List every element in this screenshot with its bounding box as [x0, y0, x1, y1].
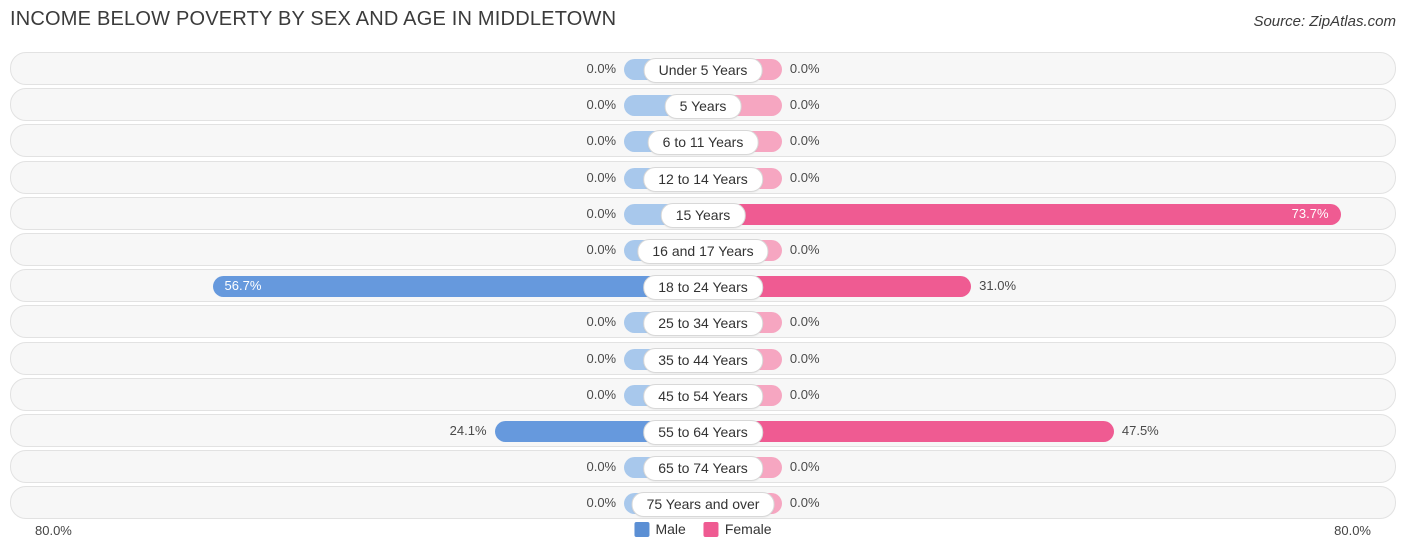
chart-row-inner: 0.0% 0.0% 45 to 54 Years: [11, 379, 1395, 410]
chart-row-inner: 0.0% 0.0% 65 to 74 Years: [11, 451, 1395, 482]
bar-label-female: 0.0%: [789, 61, 820, 76]
chart-row-inner: 0.0% 0.0% 6 to 11 Years: [11, 125, 1395, 156]
legend-swatch-male-icon: [634, 521, 650, 537]
bar-label-female: 0.0%: [789, 459, 820, 475]
chart-row-inner: 56.7% 31.0% 18 to 24 Years: [11, 270, 1395, 301]
chart-row-inner: 0.0% 0.0% Under 5 Years: [11, 53, 1395, 84]
bar-label-male: 0.0%: [586, 169, 617, 185]
bar-female: [703, 420, 1114, 442]
bar-label-female: 0.0%: [789, 169, 820, 185]
legend-swatch-female-icon: [703, 521, 719, 537]
bar-label-male: 24.1%: [449, 422, 487, 438]
bar-label-male: 0.0%: [586, 350, 617, 366]
bar-label-male: 0.0%: [586, 61, 617, 76]
bar-female: [703, 203, 1341, 225]
chart-row: 0.0% 0.0% 25 to 34 Years: [10, 305, 1396, 339]
category-label: 35 to 44 Years: [643, 347, 763, 373]
chart-row: 0.0% 0.0% 65 to 74 Years: [10, 450, 1396, 484]
chart-row-inner: 0.0% 0.0% 35 to 44 Years: [11, 343, 1395, 374]
category-label: 16 and 17 Years: [637, 238, 769, 264]
chart-row: 0.0% 0.0% 16 and 17 Years: [10, 232, 1396, 266]
chart-row: 0.0% 0.0% Under 5 Years: [10, 52, 1396, 85]
category-label: 45 to 54 Years: [643, 383, 763, 409]
page-title: INCOME BELOW POVERTY BY SEX AND AGE IN M…: [10, 8, 617, 30]
category-label: 75 Years and over: [631, 492, 775, 518]
bar-label-male: 0.0%: [586, 241, 617, 257]
bar-label-male: 0.0%: [586, 459, 617, 475]
category-label: 15 Years: [660, 202, 746, 228]
bar-label-female: 0.0%: [789, 314, 820, 330]
category-label: 55 to 64 Years: [643, 419, 763, 445]
chart-row: 56.7% 31.0% 18 to 24 Years: [10, 269, 1396, 303]
axis-row: 80.0% 80.0% Male Female: [10, 521, 1396, 543]
chart-row-inner: 0.0% 73.7% 15 Years: [11, 198, 1395, 229]
bar-label-female: 0.0%: [789, 97, 820, 113]
bar-label-female: 47.5%: [1121, 422, 1159, 438]
bar-chart: 0.0% 0.0% Under 5 Years 0.0% 0.0% 5 Years 0.0%…: [10, 52, 1396, 520]
bar-label-male: 0.0%: [586, 97, 617, 113]
chart-row: 0.0% 0.0% 45 to 54 Years: [10, 377, 1396, 411]
bar-label-male: 56.7%: [224, 278, 262, 294]
bar-label-male: 0.0%: [586, 386, 617, 402]
legend: Male Female: [634, 521, 772, 537]
bar-label-male: 0.0%: [586, 314, 617, 330]
category-label: 25 to 34 Years: [643, 311, 763, 337]
category-label: 6 to 11 Years: [647, 130, 759, 156]
category-label: 5 Years: [664, 94, 742, 120]
chart-row-inner: 0.0% 0.0% 75 Years and over: [11, 487, 1395, 518]
category-label: 18 to 24 Years: [643, 275, 763, 301]
legend-item-male[interactable]: Male: [634, 521, 686, 537]
bar-label-female: 0.0%: [789, 133, 820, 149]
bar-label-female: 0.0%: [789, 241, 820, 257]
chart-row-inner: 0.0% 0.0% 5 Years: [11, 89, 1395, 120]
chart-page: INCOME BELOW POVERTY BY SEX AND AGE IN M…: [0, 0, 1406, 559]
axis-right-label: 80.0%: [1334, 523, 1371, 538]
category-label: Under 5 Years: [643, 58, 763, 83]
legend-label-female: Female: [724, 521, 772, 537]
chart-row: 0.0% 0.0% 5 Years: [10, 88, 1396, 122]
bar-label-female: 0.0%: [789, 495, 820, 511]
bar-male: [212, 276, 703, 298]
legend-label-male: Male: [655, 521, 686, 537]
chart-row-inner: 0.0% 0.0% 16 and 17 Years: [11, 234, 1395, 265]
chart-row-inner: 0.0% 0.0% 12 to 14 Years: [11, 162, 1395, 193]
bar-label-male: 0.0%: [586, 495, 617, 511]
chart-row: 0.0% 0.0% 6 to 11 Years: [10, 124, 1396, 158]
legend-item-female[interactable]: Female: [703, 521, 772, 537]
bar-label-male: 0.0%: [586, 205, 617, 221]
category-label: 65 to 74 Years: [643, 456, 763, 482]
chart-row-inner: 0.0% 0.0% 25 to 34 Years: [11, 306, 1395, 337]
chart-row: 0.0% 0.0% 75 Years and over: [10, 486, 1396, 520]
chart-row: 0.0% 0.0% 35 to 44 Years: [10, 341, 1396, 375]
bar-label-male: 0.0%: [586, 133, 617, 149]
bar-label-female: 0.0%: [789, 386, 820, 402]
chart-row: 0.0% 0.0% 12 to 14 Years: [10, 160, 1396, 194]
bar-label-female: 73.7%: [1291, 205, 1329, 221]
bar-label-female: 31.0%: [979, 278, 1017, 294]
chart-row: 0.0% 73.7% 15 Years: [10, 196, 1396, 230]
category-label: 12 to 14 Years: [643, 166, 763, 192]
chart-row-inner: 24.1% 47.5% 55 to 64 Years: [11, 415, 1395, 446]
axis-left-label: 80.0%: [35, 523, 72, 538]
source-label: Source: ZipAtlas.com: [1253, 13, 1396, 30]
bar-label-female: 0.0%: [789, 350, 820, 366]
chart-row: 24.1% 47.5% 55 to 64 Years: [10, 413, 1396, 447]
